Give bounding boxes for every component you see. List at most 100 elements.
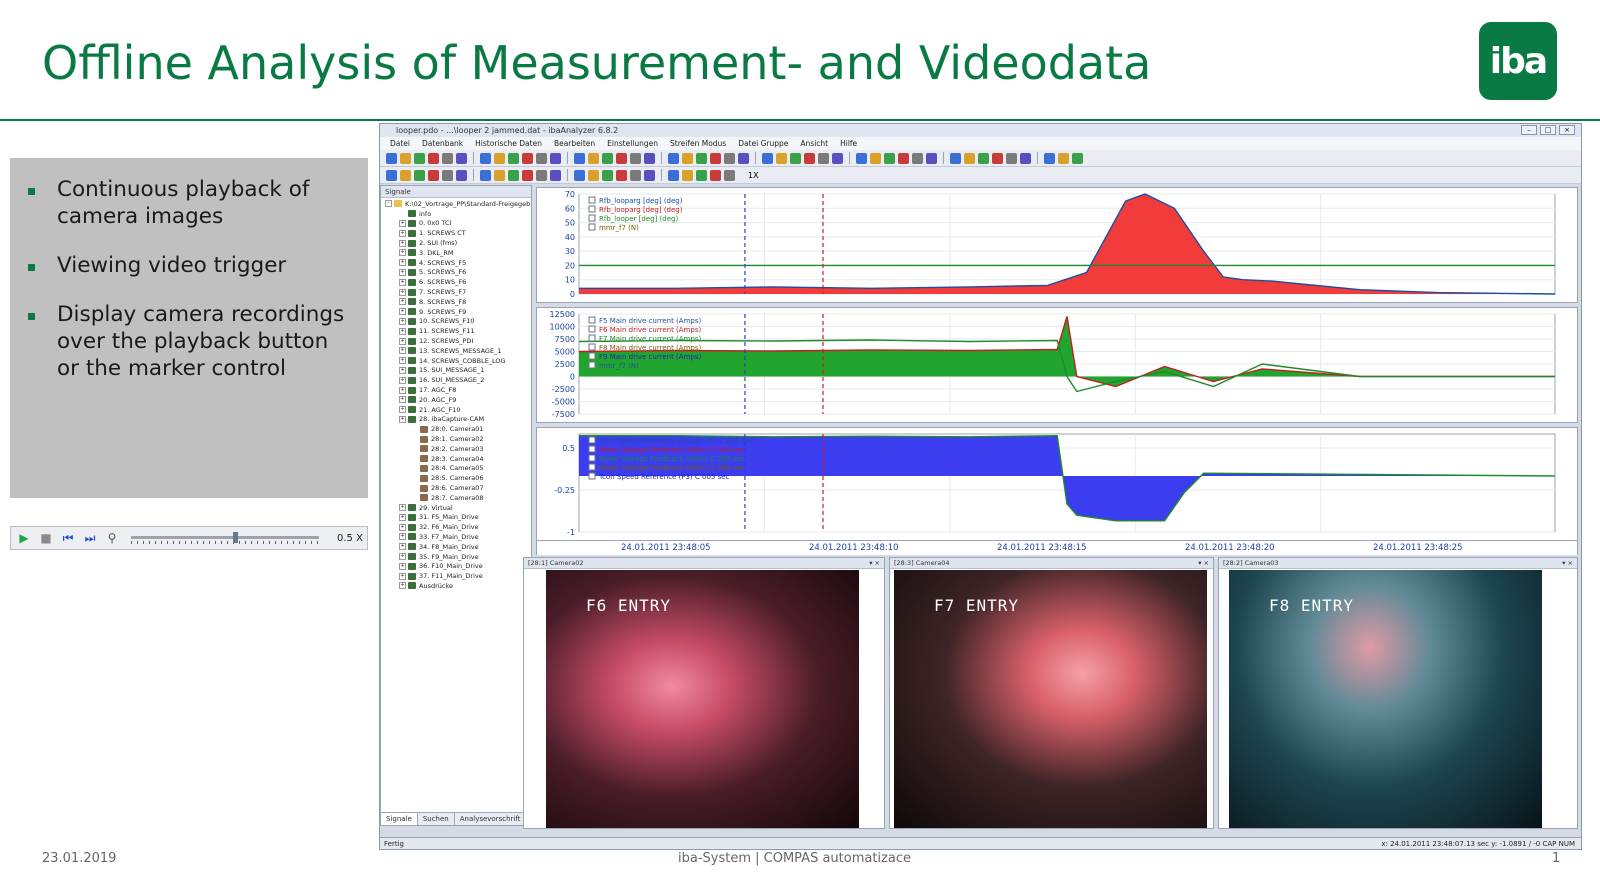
toolbar-button-icon[interactable]: [630, 169, 641, 181]
toolbar-button-icon[interactable]: [550, 152, 561, 164]
toolbar-button-icon[interactable]: [494, 152, 505, 164]
expand-icon[interactable]: +: [399, 327, 406, 335]
toolbar-button-icon[interactable]: [588, 169, 599, 181]
tree-item[interactable]: +2. SUI (fms): [385, 238, 531, 248]
expand-icon[interactable]: +: [399, 504, 406, 512]
tree-item[interactable]: +12. SCREWS_PDI: [385, 336, 531, 346]
camera-pane-2[interactable]: [28:3] Camera04 ▾ × F7 ENTRY: [889, 557, 1214, 829]
toolbar-button-icon[interactable]: [400, 152, 411, 164]
expand-icon[interactable]: +: [399, 249, 406, 257]
toolbar-button-icon[interactable]: [480, 169, 491, 181]
tree-item[interactable]: +10. SCREWS_F10: [385, 317, 531, 327]
toolbar-button-icon[interactable]: [1020, 152, 1031, 164]
toolbar-button-icon[interactable]: [992, 152, 1003, 164]
expand-icon[interactable]: +: [399, 337, 406, 345]
tree-item[interactable]: +34. F8_Main_Drive: [385, 542, 531, 552]
toolbar-button-icon[interactable]: [978, 152, 989, 164]
pane-close-icon[interactable]: ▾ ×: [1562, 558, 1573, 568]
toolbar-button-icon[interactable]: [926, 152, 937, 164]
toolbar-button-icon[interactable]: [574, 152, 585, 164]
play-icon[interactable]: ▶: [17, 531, 31, 545]
toolbar-button-icon[interactable]: [602, 169, 613, 181]
menu-streifen-modus[interactable]: Streifen Modus: [670, 137, 726, 150]
collapse-icon[interactable]: -: [385, 200, 392, 208]
expand-icon[interactable]: +: [399, 415, 406, 423]
skip-forward-icon[interactable]: ⏭: [83, 531, 97, 545]
expand-icon[interactable]: +: [399, 523, 406, 531]
tree-item[interactable]: +13. SCREWS_MESSAGE_1: [385, 346, 531, 356]
toolbar-button-icon[interactable]: [536, 169, 547, 181]
toolbar-button-icon[interactable]: [818, 152, 829, 164]
toolbar-button-icon[interactable]: [616, 169, 627, 181]
tree-item[interactable]: +5. SCREWS_F6: [385, 268, 531, 278]
expand-icon[interactable]: +: [399, 386, 406, 394]
tree-item[interactable]: +8. SCREWS_F8: [385, 297, 531, 307]
camera-pane-3[interactable]: [28:2] Camera03 ▾ × F8 ENTRY: [1218, 557, 1578, 829]
toolbar-button-icon[interactable]: [710, 169, 721, 181]
camera-pane-1[interactable]: [28:1] Camera02 ▾ × F6 ENTRY: [523, 557, 885, 829]
playback-speed-slider[interactable]: [131, 532, 319, 544]
toolbar-button-icon[interactable]: [414, 169, 425, 181]
tree-item[interactable]: +28:5. Camera06: [385, 473, 531, 483]
toolbar-button-icon[interactable]: [494, 169, 505, 181]
toolbar-button-icon[interactable]: [668, 152, 679, 164]
toolbar-button-icon[interactable]: [508, 169, 519, 181]
menu-ansicht[interactable]: Ansicht: [800, 137, 828, 150]
chart-speed-reference[interactable]: -1 -0.25 0.5 Tcon Speed Reference Actual (P…: [536, 427, 1578, 541]
toolbar-button-icon[interactable]: [616, 152, 627, 164]
chart-drive-current[interactable]: -7500 -5000 -2500 0 2500 5000 7500 10000 12500 F5…: [536, 307, 1578, 423]
menu-datei-gruppe[interactable]: Datei Gruppe: [738, 137, 788, 150]
toolbar-button-icon[interactable]: [668, 169, 679, 181]
stop-icon[interactable]: ■: [39, 531, 53, 545]
menu-historische-daten[interactable]: Historische Daten: [475, 137, 542, 150]
toolbar-button-icon[interactable]: [574, 169, 585, 181]
skip-back-icon[interactable]: ⏮: [61, 531, 75, 545]
tab-suchen[interactable]: Suchen: [418, 813, 455, 825]
expand-icon[interactable]: +: [399, 347, 406, 355]
tree-item[interactable]: +info: [385, 209, 531, 219]
expand-icon[interactable]: +: [399, 366, 406, 374]
toolbar-button-icon[interactable]: [508, 152, 519, 164]
expand-icon[interactable]: +: [399, 229, 406, 237]
tree-root[interactable]: - K:\02_Vortrage_PP\Standard-Freigegeb: [385, 199, 531, 209]
tab-signale[interactable]: Signale: [381, 813, 418, 825]
tree-item[interactable]: +14. SCREWS_COBBLE_LOG: [385, 356, 531, 366]
menu-datei[interactable]: Datei: [390, 137, 410, 150]
toolbar-button-icon[interactable]: [550, 169, 561, 181]
toolbar-button-icon[interactable]: [682, 169, 693, 181]
minimize-icon[interactable]: –: [1521, 125, 1537, 135]
expand-icon[interactable]: +: [399, 239, 406, 247]
toolbar-button-icon[interactable]: [832, 152, 843, 164]
toolbar-button-icon[interactable]: [950, 152, 961, 164]
tree-item[interactable]: +7. SCREWS_F7: [385, 287, 531, 297]
expand-icon[interactable]: +: [399, 533, 406, 541]
toolbar-button-icon[interactable]: [724, 169, 735, 181]
toolbar-button-icon[interactable]: [790, 152, 801, 164]
toolbar-button-icon[interactable]: [414, 152, 425, 164]
tree-item[interactable]: +11. SCREWS_F11: [385, 326, 531, 336]
tree-item[interactable]: +4. SCREWS_F5: [385, 258, 531, 268]
pane-close-icon[interactable]: ▾ ×: [869, 558, 880, 568]
tree-item[interactable]: +1. SCREWS CT: [385, 228, 531, 238]
pane-close-icon[interactable]: ▾ ×: [1198, 558, 1209, 568]
expand-icon[interactable]: +: [399, 406, 406, 414]
expand-icon[interactable]: +: [399, 317, 406, 325]
chart-looper-angle[interactable]: 0 10 20 30 40 50 60 70 Rfb_looparg [deg] (deg) Rf…: [536, 187, 1578, 303]
tree-item[interactable]: +32. F6_Main_Drive: [385, 522, 531, 532]
toolbar-button-icon[interactable]: [480, 152, 491, 164]
tree-item[interactable]: +29. Virtual: [385, 503, 531, 513]
expand-icon[interactable]: +: [399, 572, 406, 580]
tree-item[interactable]: +28:7. Camera08: [385, 493, 531, 503]
toolbar-button-icon[interactable]: [442, 152, 453, 164]
expand-icon[interactable]: +: [399, 396, 406, 404]
tree-item[interactable]: +28. ibaCapture-CAM: [385, 415, 531, 425]
toolbar-button-icon[interactable]: [644, 152, 655, 164]
expand-icon[interactable]: +: [399, 288, 406, 296]
expand-icon[interactable]: +: [399, 268, 406, 276]
toolbar-button-icon[interactable]: [724, 152, 735, 164]
toolbar-button-icon[interactable]: [386, 152, 397, 164]
tree-item[interactable]: +6. SCREWS_F6: [385, 277, 531, 287]
toolbar-button-icon[interactable]: [776, 152, 787, 164]
toolbar-button-icon[interactable]: [386, 169, 397, 181]
tree-item[interactable]: +33. F7_Main_Drive: [385, 532, 531, 542]
